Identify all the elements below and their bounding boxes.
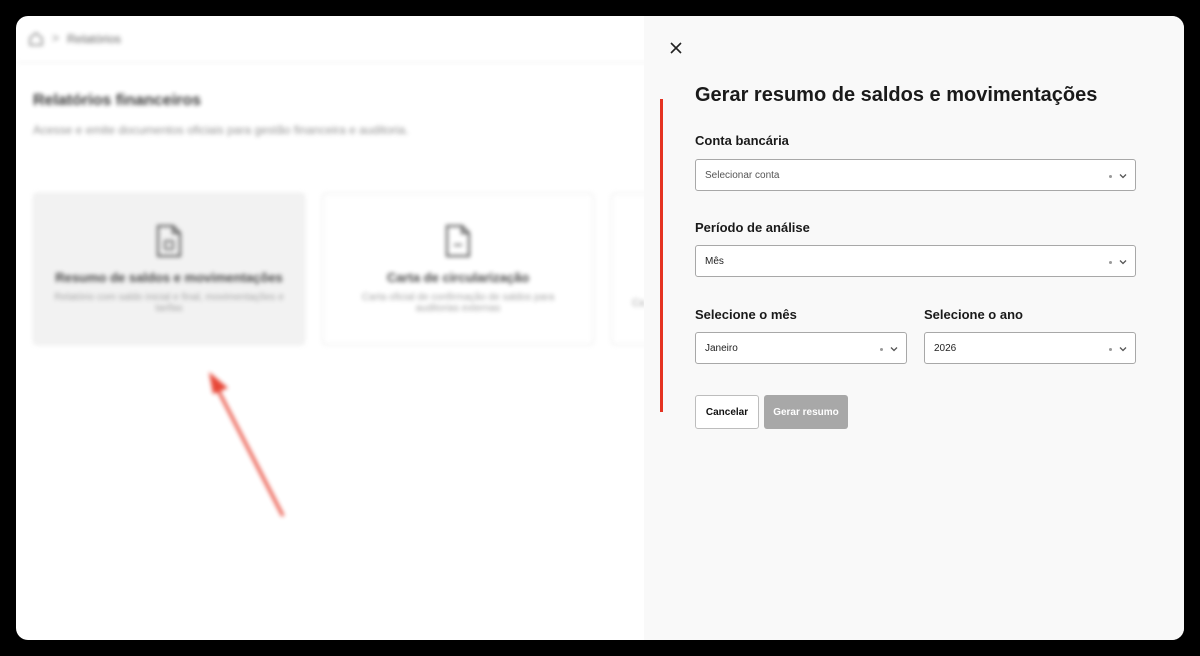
period-select[interactable]: Mês bbox=[695, 245, 1136, 277]
generate-summary-button[interactable]: Gerar resumo bbox=[764, 395, 848, 429]
chevron-down-icon bbox=[1119, 347, 1127, 352]
month-select-value: Janeiro bbox=[705, 343, 738, 354]
annotation-line bbox=[660, 99, 663, 412]
side-panel: Gerar resumo de saldos e movimentações C… bbox=[644, 16, 1184, 640]
app-window: > Relatórios Relatórios financeiros Aces… bbox=[16, 16, 1184, 640]
chevron-down-icon bbox=[890, 347, 898, 352]
required-dot bbox=[1109, 175, 1112, 178]
close-icon[interactable] bbox=[668, 40, 684, 56]
chevron-down-icon bbox=[1119, 174, 1127, 179]
year-select-value: 2026 bbox=[934, 343, 957, 354]
required-dot bbox=[1109, 261, 1112, 264]
account-select[interactable]: Selecionar conta bbox=[695, 159, 1136, 191]
period-select-value: Mês bbox=[705, 256, 724, 267]
required-dot bbox=[880, 348, 883, 351]
chevron-down-icon bbox=[1119, 260, 1127, 265]
year-label: Selecione o ano bbox=[924, 307, 1023, 322]
period-label: Período de análise bbox=[695, 220, 810, 235]
cancel-button[interactable]: Cancelar bbox=[695, 395, 759, 429]
month-select[interactable]: Janeiro bbox=[695, 332, 907, 364]
month-label: Selecione o mês bbox=[695, 307, 797, 322]
account-label: Conta bancária bbox=[695, 133, 789, 148]
required-dot bbox=[1109, 348, 1112, 351]
account-select-placeholder: Selecionar conta bbox=[705, 170, 780, 181]
panel-title: Gerar resumo de saldos e movimentações bbox=[695, 84, 1098, 106]
year-select[interactable]: 2026 bbox=[924, 332, 1136, 364]
